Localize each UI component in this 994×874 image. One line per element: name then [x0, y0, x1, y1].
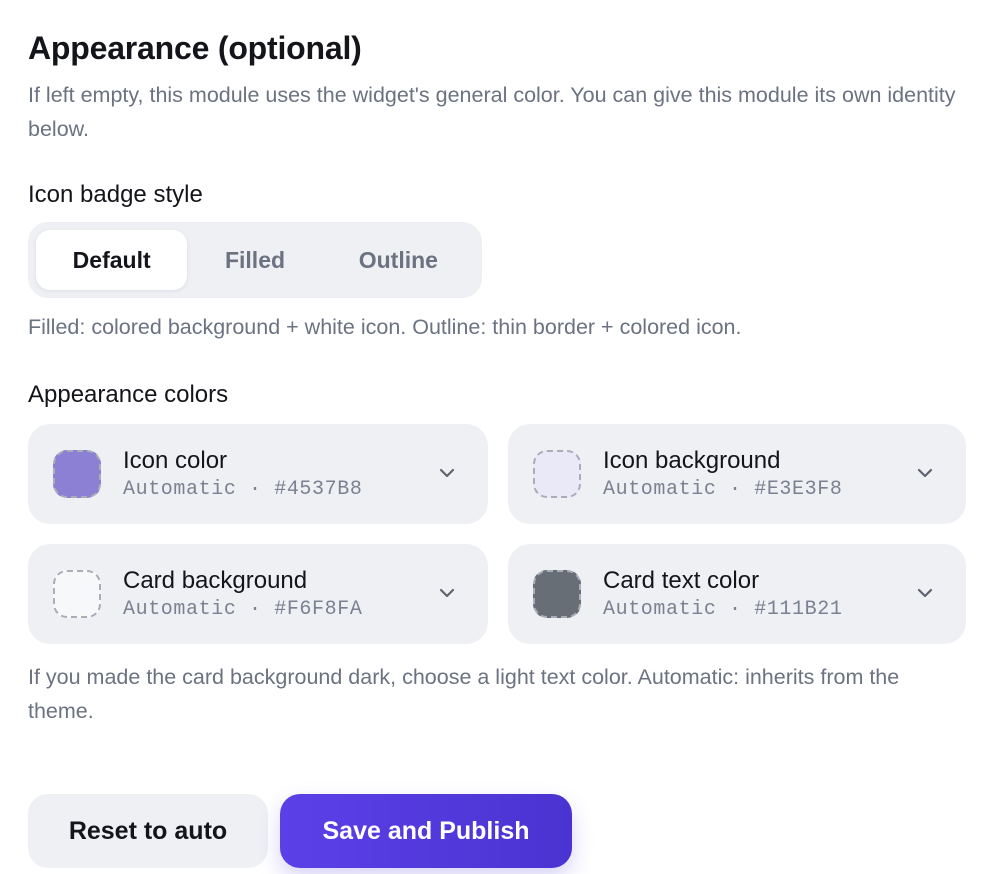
picker-title: Icon color: [123, 447, 228, 474]
chevron-down-icon[interactable]: [914, 582, 936, 604]
colors-hint: If you made the card background dark, ch…: [28, 665, 900, 723]
picker-value: Automatic · #E3E3F8: [603, 478, 843, 501]
badge-style-hint: Filled: colored background + white icon.…: [28, 315, 742, 339]
picker-title: Card text color: [603, 567, 760, 594]
badge-style-option-default[interactable]: Default: [36, 230, 188, 290]
chevron-down-icon[interactable]: [914, 462, 936, 484]
picker-value: Automatic · #111B21: [603, 598, 843, 621]
picker-title: Icon background: [603, 447, 781, 474]
card-text-color-picker[interactable]: Card text color Automatic · #111B21: [508, 544, 966, 644]
badge-style-option-filled[interactable]: Filled: [187, 230, 322, 290]
badge-style-label: Icon badge style: [28, 181, 203, 208]
section-title: Appearance (optional): [28, 30, 362, 66]
color-swatch: [533, 570, 581, 618]
reset-to-auto-button[interactable]: Reset to auto: [28, 794, 268, 868]
appearance-colors-label: Appearance colors: [28, 381, 229, 408]
picker-value: Automatic · #F6F8FA: [123, 598, 363, 621]
color-swatch: [53, 570, 101, 618]
chevron-down-icon[interactable]: [436, 582, 458, 604]
action-bar: Reset to auto Save and Publish: [28, 794, 572, 868]
color-swatch: [533, 450, 581, 498]
picker-title: Card background: [123, 567, 308, 594]
icon-background-picker[interactable]: Icon background Automatic · #E3E3F8: [508, 424, 966, 524]
section-description: If left empty, this module uses the widg…: [28, 83, 956, 141]
chevron-down-icon[interactable]: [436, 462, 458, 484]
save-and-publish-button[interactable]: Save and Publish: [280, 794, 572, 868]
badge-style-segmented-control: Default Filled Outline: [28, 222, 482, 298]
color-picker-grid: Icon color Automatic · #4537B8 Icon back…: [28, 424, 966, 644]
appearance-section: Appearance (optional) If left empty, thi…: [28, 28, 966, 728]
color-swatch: [53, 450, 101, 498]
badge-style-option-outline[interactable]: Outline: [323, 230, 474, 290]
icon-color-picker[interactable]: Icon color Automatic · #4537B8: [28, 424, 488, 524]
card-background-picker[interactable]: Card background Automatic · #F6F8FA: [28, 544, 488, 644]
picker-value: Automatic · #4537B8: [123, 478, 363, 501]
